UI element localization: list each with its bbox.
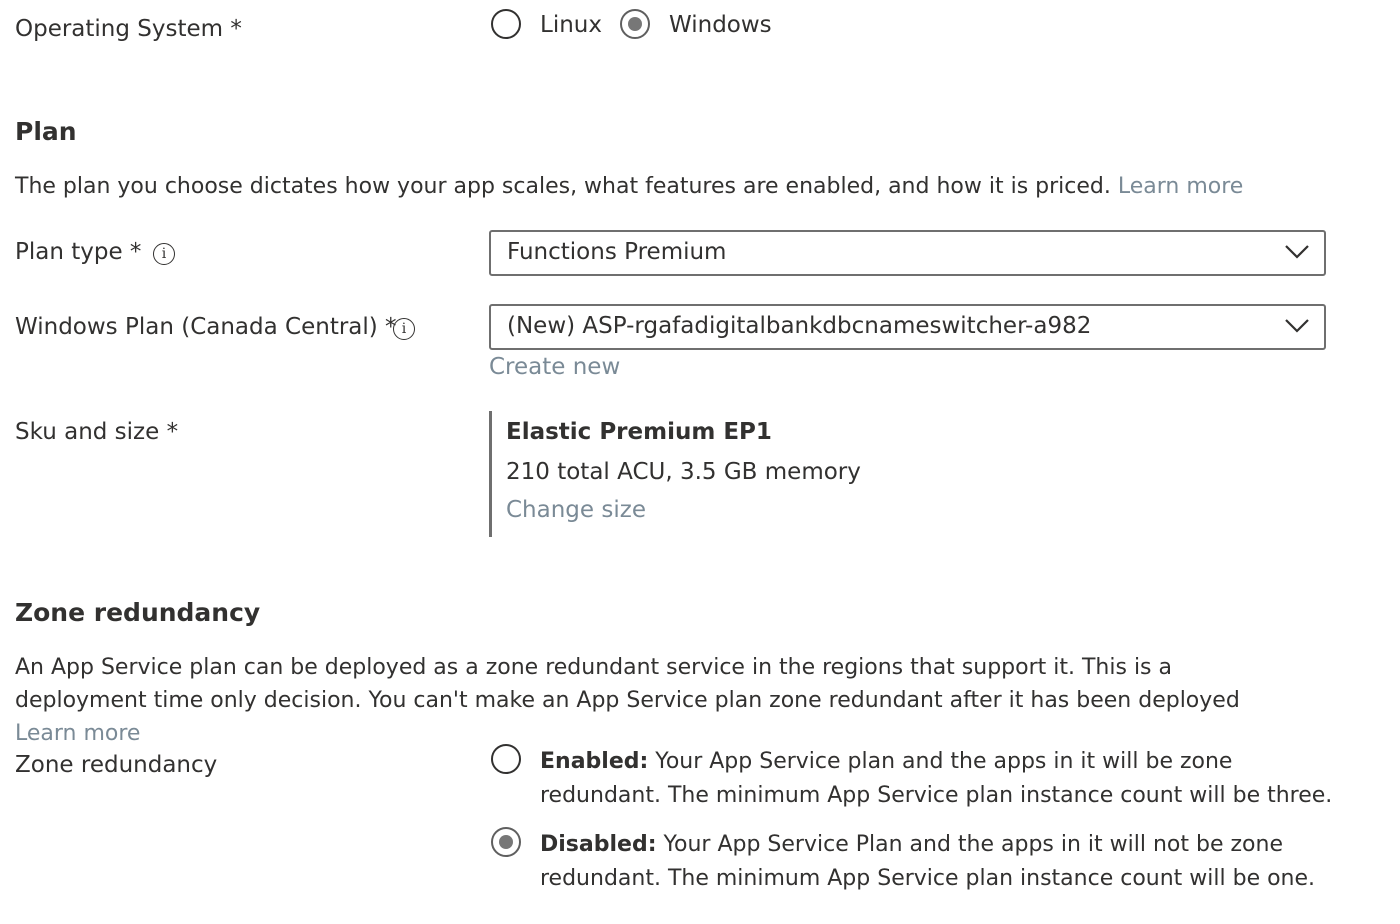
plan-type-value: Functions Premium — [507, 239, 727, 265]
os-label: Operating System * — [15, 16, 242, 42]
windows-plan-value: (New) ASP-rgafadigitalbankdbcnameswitche… — [507, 313, 1092, 339]
radio-selected-dot — [499, 835, 513, 849]
plan-type-info-icon[interactable]: i — [153, 243, 175, 265]
chevron-down-icon — [1284, 242, 1310, 264]
os-radio-windows[interactable] — [620, 9, 650, 39]
zone-radio-enabled[interactable] — [491, 744, 521, 774]
zone-description: An App Service plan can be deployed as a… — [15, 651, 1305, 750]
zone-heading: Zone redundancy — [15, 598, 261, 627]
windows-plan-label: Windows Plan (Canada Central) * — [15, 314, 397, 340]
zone-redundancy-label: Zone redundancy — [15, 752, 218, 778]
chevron-down-icon — [1284, 316, 1310, 338]
create-new-link[interactable]: Create new — [489, 354, 620, 380]
zone-option-enabled[interactable]: Enabled: Your App Service plan and the a… — [540, 745, 1340, 813]
plan-type-dropdown[interactable]: Functions Premium — [489, 230, 1326, 276]
sku-label: Sku and size * — [15, 419, 179, 445]
os-option-windows-label[interactable]: Windows — [669, 12, 772, 38]
zone-description-text: An App Service plan can be deployed as a… — [15, 655, 1240, 713]
zone-option-disabled[interactable]: Disabled: Your App Service Plan and the … — [540, 828, 1340, 896]
sku-accent-bar — [489, 411, 492, 537]
plan-description: The plan you choose dictates how your ap… — [15, 170, 1243, 203]
zone-option-disabled-text: Your App Service Plan and the apps in it… — [540, 832, 1316, 891]
os-radio-linux[interactable] — [491, 9, 521, 39]
radio-selected-dot — [628, 17, 642, 31]
windows-plan-dropdown[interactable]: (New) ASP-rgafadigitalbankdbcnameswitche… — [489, 304, 1326, 350]
sku-details: 210 total ACU, 3.5 GB memory — [506, 459, 861, 485]
zone-option-disabled-title: Disabled: — [540, 832, 657, 857]
sku-name: Elastic Premium EP1 — [506, 419, 772, 445]
plan-learn-more-link[interactable]: Learn more — [1118, 174, 1243, 199]
plan-heading: Plan — [15, 117, 77, 146]
zone-option-enabled-title: Enabled: — [540, 749, 649, 774]
zone-radio-disabled[interactable] — [491, 827, 521, 857]
zone-learn-more-link[interactable]: Learn more — [15, 721, 140, 746]
change-size-link[interactable]: Change size — [506, 497, 646, 523]
os-option-linux-label[interactable]: Linux — [540, 12, 602, 38]
plan-type-label: Plan type * — [15, 239, 142, 265]
plan-description-text: The plan you choose dictates how your ap… — [15, 174, 1111, 199]
windows-plan-info-icon[interactable]: i — [393, 318, 415, 340]
zone-option-enabled-text: Your App Service plan and the apps in it… — [540, 749, 1333, 808]
